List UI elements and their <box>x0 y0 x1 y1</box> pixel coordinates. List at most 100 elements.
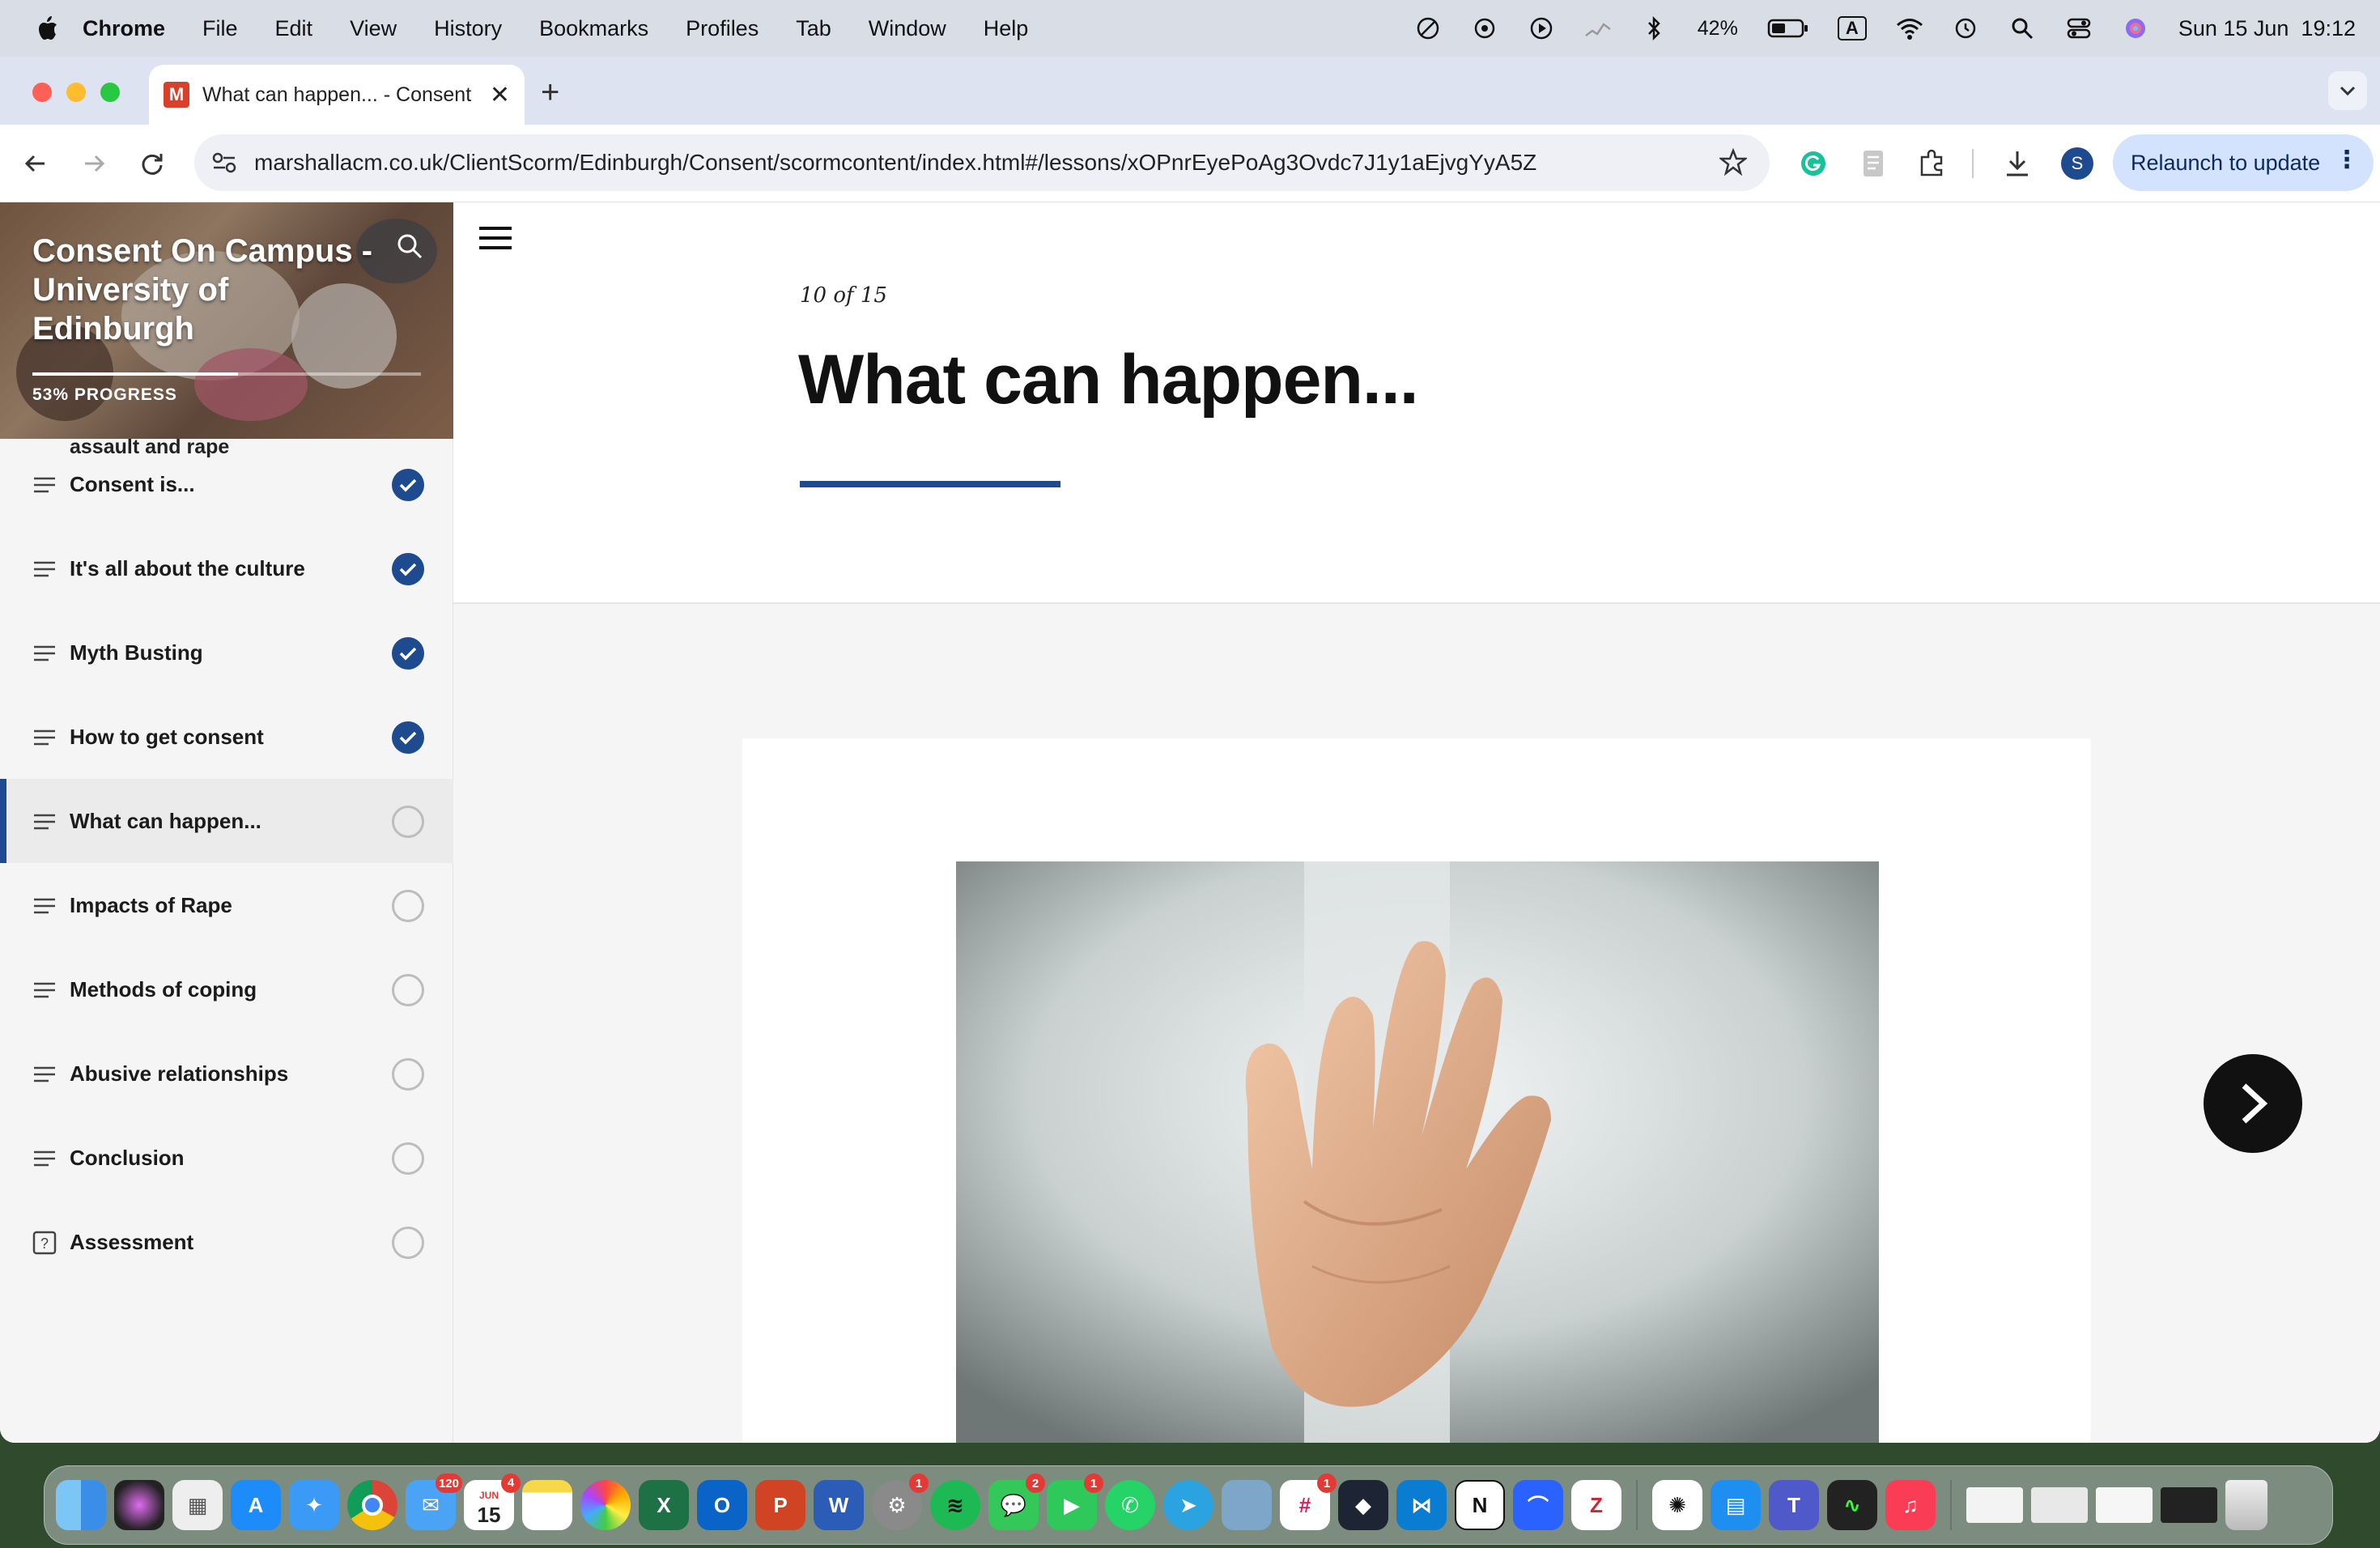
lesson-item[interactable]: Methods of coping <box>0 947 453 1031</box>
system-settings-icon[interactable]: ⚙ 1 <box>872 1474 929 1530</box>
question-icon: ? <box>32 1231 57 1255</box>
profile-avatar[interactable]: S <box>2058 144 2097 183</box>
powerpoint-icon[interactable]: P <box>755 1480 805 1530</box>
url-text[interactable]: marshallacm.co.uk/ClientScorm/Edinburgh/… <box>254 150 1536 176</box>
keynote-icon[interactable]: ▤ <box>1711 1480 1761 1530</box>
menu-history[interactable]: History <box>434 16 502 41</box>
menu-file[interactable]: File <box>202 16 238 41</box>
menu-profiles[interactable]: Profiles <box>686 16 759 41</box>
extensions-icon[interactable] <box>1912 144 1951 183</box>
tab-search-icon[interactable] <box>2328 71 2367 110</box>
siri-app-icon[interactable] <box>114 1480 164 1530</box>
chatgpt-app-icon[interactable]: ✺ <box>1652 1480 1702 1530</box>
input-source-icon[interactable]: A <box>1837 15 1867 42</box>
menu-hamburger-icon[interactable] <box>478 223 513 257</box>
lesson-header: 10 of 15 What can happen... <box>453 202 2380 604</box>
preview-icon[interactable] <box>1222 1480 1272 1530</box>
teams-icon[interactable]: T <box>1769 1480 1819 1530</box>
battery-icon[interactable] <box>1767 15 1809 42</box>
clock[interactable]: Sun 15 Jun 19:12 <box>2178 16 2356 41</box>
control-center-icon[interactable] <box>2065 15 2093 42</box>
chevron-right-icon <box>2242 1083 2268 1124</box>
excel-icon[interactable]: X <box>639 1480 689 1530</box>
cursor-icon[interactable]: ◆ <box>1338 1480 1388 1530</box>
app-store-icon[interactable]: A <box>231 1480 281 1530</box>
chrome-menu-icon[interactable]: ⋮ <box>2335 146 2359 174</box>
siri-icon[interactable] <box>2122 15 2149 42</box>
tab-active[interactable]: M What can happen... - Consent ✕ <box>149 65 525 125</box>
reading-mode-icon[interactable] <box>1854 144 1893 183</box>
launchpad-icon[interactable]: ▦ <box>172 1480 223 1530</box>
menu-tab[interactable]: Tab <box>796 16 831 41</box>
lesson-item[interactable]: How to get consent <box>0 695 453 779</box>
menu-help[interactable]: Help <box>984 16 1029 41</box>
apple-menu-icon[interactable] <box>31 12 63 45</box>
next-lesson-button[interactable] <box>2204 1054 2302 1153</box>
address-bar[interactable]: marshallacm.co.uk/ClientScorm/Edinburgh/… <box>194 134 1770 191</box>
minimized-window-thumbnail[interactable] <box>2161 1487 2217 1523</box>
lesson-item[interactable]: Abusive relationships <box>0 1031 453 1116</box>
lesson-item[interactable]: Consent is... <box>0 442 453 526</box>
lesson-item[interactable]: Conclusion <box>0 1116 453 1200</box>
zoom-window-button[interactable] <box>100 83 120 102</box>
spotify-icon[interactable]: ≋ <box>930 1480 980 1530</box>
lesson-item[interactable]: What can happen... <box>0 779 453 863</box>
bookmark-star-icon[interactable] <box>1718 147 1749 180</box>
menu-view[interactable]: View <box>350 16 397 41</box>
minimized-window-thumbnail[interactable] <box>2096 1487 2153 1523</box>
activity-icon[interactable] <box>1584 15 1612 42</box>
lesson-item[interactable]: ? Assessment <box>0 1200 453 1284</box>
chrome-icon[interactable] <box>347 1480 397 1530</box>
facetime-icon[interactable]: ▶ 1 <box>1047 1474 1103 1530</box>
spotlight-icon[interactable] <box>2008 15 2036 42</box>
chatgpt-icon[interactable] <box>1471 15 1498 42</box>
word-icon[interactable]: W <box>814 1480 864 1530</box>
notes-icon[interactable] <box>522 1480 572 1530</box>
zotero-icon[interactable]: Z <box>1571 1480 1621 1530</box>
telegram-icon[interactable]: ➤ <box>1163 1480 1213 1530</box>
lesson-item[interactable]: Myth Busting <box>0 610 453 695</box>
menu-window[interactable]: Window <box>869 16 946 41</box>
close-window-button[interactable] <box>32 83 52 102</box>
menu-app-name[interactable]: Chrome <box>83 16 165 41</box>
new-tab-icon[interactable]: + <box>541 74 559 111</box>
forward-icon[interactable] <box>74 144 113 183</box>
menu-bookmarks[interactable]: Bookmarks <box>539 16 648 41</box>
time-machine-icon[interactable] <box>1952 15 1979 42</box>
minimized-window-thumbnail[interactable] <box>1966 1487 2023 1523</box>
play-icon[interactable] <box>1528 15 1555 42</box>
messages-icon[interactable]: 💬 2 <box>988 1474 1045 1530</box>
wifi-icon[interactable] <box>1895 15 1923 42</box>
relaunch-button[interactable]: Relaunch to update ⋮ <box>2113 134 2374 191</box>
input-source-label: A <box>1837 16 1867 40</box>
photos-icon[interactable] <box>580 1480 631 1530</box>
arc-icon[interactable]: ⌒ <box>1513 1480 1563 1530</box>
trash-icon[interactable] <box>2225 1480 2267 1530</box>
focus-icon[interactable] <box>1414 15 1442 42</box>
minimized-window-thumbnail[interactable] <box>2031 1487 2088 1523</box>
minimize-window-button[interactable] <box>66 83 86 102</box>
menu-edit[interactable]: Edit <box>275 16 313 41</box>
slack-icon[interactable]: #1 <box>1280 1474 1337 1530</box>
finder-icon[interactable] <box>56 1480 106 1530</box>
mail-icon[interactable]: ✉ 120 <box>406 1474 462 1530</box>
close-tab-icon[interactable]: ✕ <box>490 81 510 109</box>
search-icon[interactable] <box>395 232 424 265</box>
lesson-item[interactable]: Impacts of Rape <box>0 863 453 947</box>
safari-icon[interactable]: ✦ <box>289 1480 339 1530</box>
outlook-icon[interactable]: O <box>697 1480 747 1530</box>
site-info-icon[interactable] <box>210 149 238 181</box>
whatsapp-icon[interactable]: ✆ <box>1105 1480 1155 1530</box>
downloads-icon[interactable] <box>1998 144 2037 183</box>
music-icon[interactable]: ♫ <box>1885 1480 1936 1530</box>
notion-icon[interactable]: N <box>1455 1480 1505 1530</box>
vscode-icon[interactable]: ⋈ <box>1396 1480 1447 1530</box>
activity-monitor-icon[interactable]: ∿ <box>1827 1480 1877 1530</box>
back-icon[interactable] <box>16 144 55 183</box>
grammarly-icon[interactable] <box>1794 144 1833 183</box>
lesson-item[interactable]: It's all about the culture <box>0 526 453 610</box>
bluetooth-icon[interactable] <box>1641 15 1668 42</box>
reload-icon[interactable] <box>133 144 172 183</box>
lines-icon <box>32 978 57 1002</box>
calendar-icon[interactable]: JUN 15 4 <box>464 1474 521 1530</box>
